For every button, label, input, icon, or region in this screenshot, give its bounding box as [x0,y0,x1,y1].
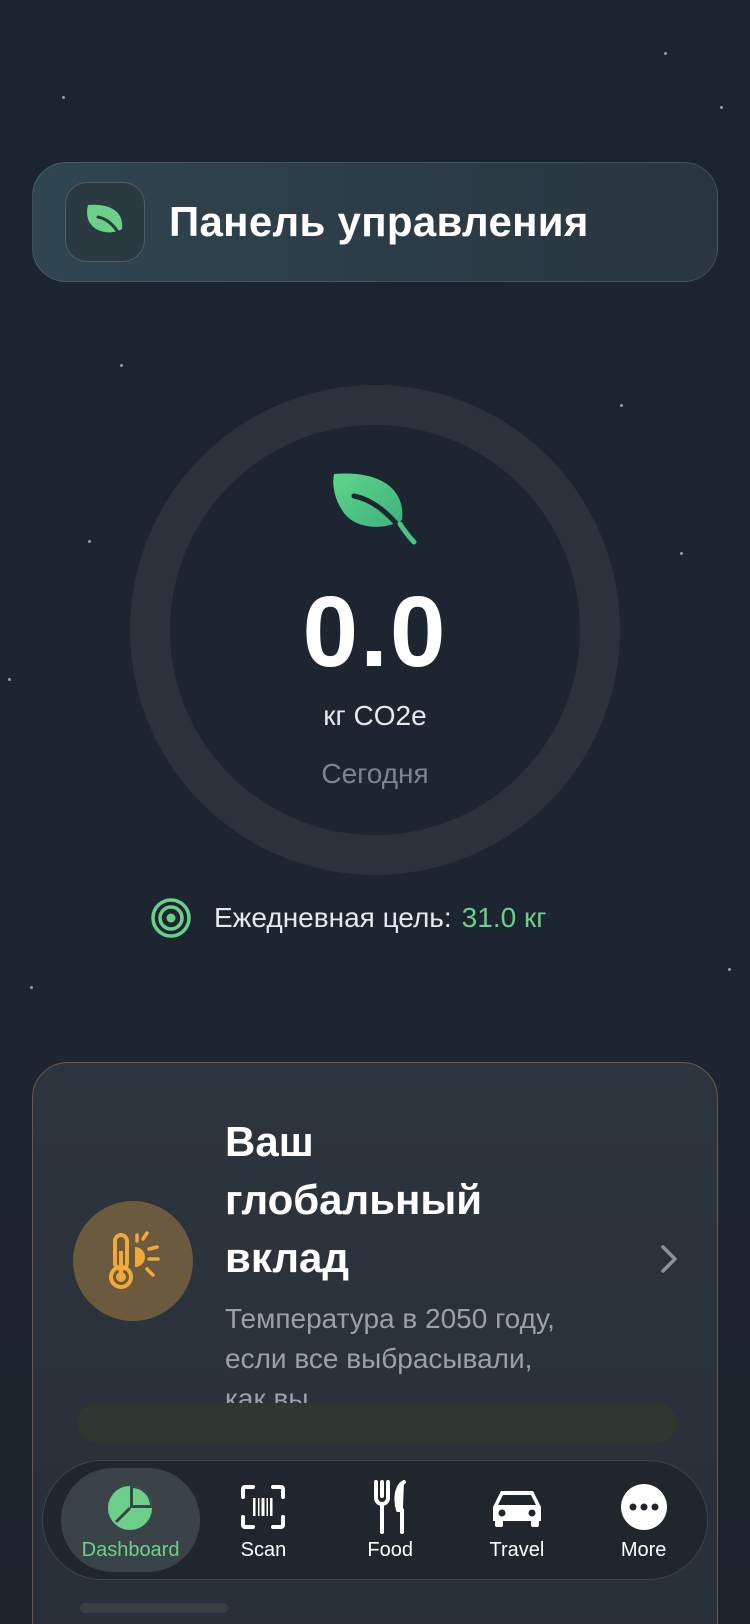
goal-value: 31.0 кг [461,902,547,933]
fork-knife-icon [362,1479,418,1535]
tab-scan[interactable]: Scan [200,1468,327,1572]
contribution-title: Ваш глобальный вклад [225,1118,483,1281]
target-icon [150,897,192,939]
tab-label: Scan [240,1538,287,1561]
more-dots-icon [616,1479,672,1535]
emissions-period: Сегодня [321,758,429,789]
contribution-footer [77,1403,677,1443]
tab-label: Dashboard [81,1538,180,1561]
tab-label: Food [367,1538,413,1561]
thermometer-sun-icon [73,1201,193,1321]
pie-chart-icon [103,1479,159,1535]
tab-travel[interactable]: Travel [454,1468,581,1572]
home-indicator [80,1603,228,1613]
leaf-icon [65,182,145,262]
tab-label: Travel [489,1538,545,1561]
contribution-subtitle: Температура в 2050 году, если все выбрас… [225,1303,555,1414]
page-title: Панель управления [169,198,589,245]
chevron-right-icon [659,1243,679,1280]
tab-dashboard[interactable]: Dashboard [61,1468,201,1572]
header-card: Панель управления [32,162,718,282]
barcode-scan-icon [235,1479,291,1535]
emissions-value: 0.0 [302,576,448,688]
daily-goal: Ежедневная цель: 31.0 кг [150,898,546,938]
car-icon [489,1479,545,1535]
bottom-nav: Dashboard Scan Food Travel More [42,1460,708,1580]
emissions-unit: кг CO2e [323,700,427,731]
tab-label: More [620,1538,667,1561]
leaf-icon [330,470,420,551]
goal-label: Ежедневная цель: [214,902,452,933]
tab-more[interactable]: More [580,1468,707,1572]
tab-food[interactable]: Food [327,1468,454,1572]
